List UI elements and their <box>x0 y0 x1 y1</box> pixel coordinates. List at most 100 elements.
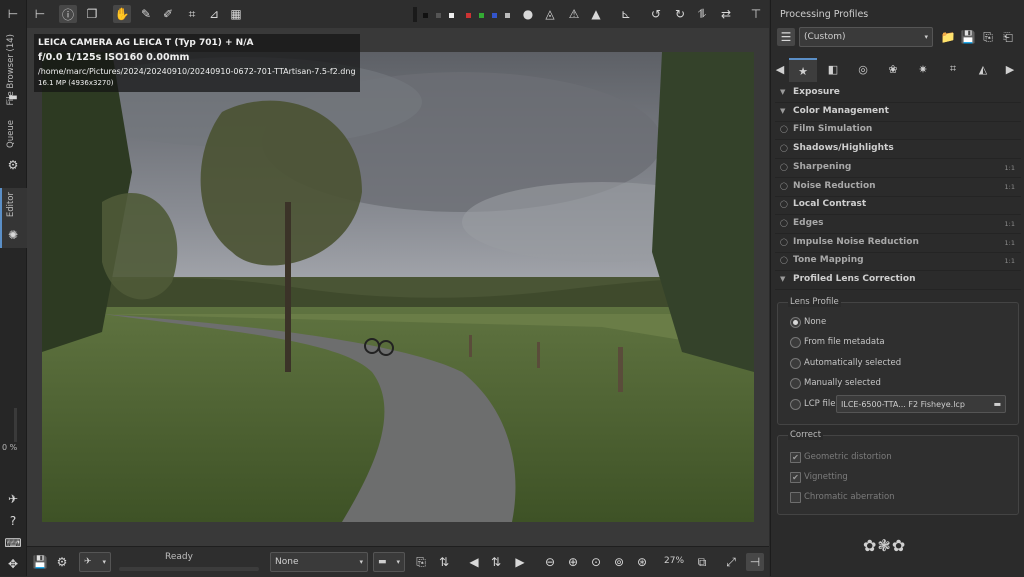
radio-auto[interactable] <box>790 358 801 369</box>
tabs-scroll-right-icon[interactable]: ▶ <box>1003 58 1017 80</box>
tab-queue[interactable]: Queue ⚙ <box>0 112 26 182</box>
save-profile-icon[interactable]: 💾 <box>959 28 977 46</box>
panel-toggle-icon[interactable]: ⊢ <box>4 5 22 23</box>
info-icon[interactable]: ⓘ <box>59 5 77 23</box>
move-icon[interactable]: ✥ <box>4 555 22 573</box>
expand-arrow-icon[interactable]: ▼ <box>780 275 785 283</box>
zoom-in-icon[interactable]: ⊕ <box>564 553 582 571</box>
clipped-highlights-icon[interactable]: ▲ <box>587 5 605 23</box>
tool-section[interactable]: ▼ Color Management <box>775 103 1021 122</box>
tab-raw-icon[interactable]: ◭ <box>969 58 997 80</box>
queue-gears-icon[interactable]: ⚙ <box>53 553 71 571</box>
hand-tool-icon[interactable]: ✋ <box>113 5 131 23</box>
tool-section[interactable]: ▼ Profiled Lens Correction <box>775 271 1021 290</box>
radio-from-metadata[interactable] <box>790 337 801 348</box>
save-icon[interactable]: 💾 <box>31 553 49 571</box>
profile-list-icon[interactable]: ☰ <box>777 28 795 46</box>
toggle-right-panel-icon[interactable]: ⊣ <box>746 553 764 571</box>
processing-profile-select[interactable]: (Custom) ▾ <box>799 27 933 47</box>
checkbox-chromatic-aberration[interactable] <box>790 492 801 503</box>
color-label-select[interactable]: ▬ ▾ <box>373 552 405 572</box>
copy-profile-icon[interactable]: ⎘ <box>412 553 430 571</box>
power-toggle-icon[interactable]: ◯ <box>780 238 788 246</box>
preview-blue-icon[interactable] <box>492 13 497 18</box>
power-toggle-icon[interactable]: ◯ <box>780 163 788 171</box>
tool-section[interactable]: ◯ Tone Mapping 1:1 <box>775 252 1021 272</box>
flip-vertical-icon[interactable]: ⥮ <box>693 5 711 23</box>
lcp-file-chooser[interactable]: ILCE-6500-TTA... F2 Fisheye.lcp ▬ <box>836 395 1006 413</box>
new-window-icon[interactable]: ⧉ <box>693 553 711 571</box>
tab-color-icon[interactable]: ❀ <box>879 58 907 80</box>
keyboard-icon[interactable]: ⌨ <box>4 534 22 552</box>
tool-section[interactable]: ◯ Noise Reduction 1:1 <box>775 178 1021 197</box>
zoom-fit-icon[interactable]: ⊙ <box>587 553 605 571</box>
sync-icon[interactable]: ⇅ <box>435 553 453 571</box>
radio-manual[interactable] <box>790 378 801 389</box>
copy-profile-icon[interactable]: ⎘ <box>979 28 997 46</box>
power-toggle-icon[interactable]: ◯ <box>780 144 788 152</box>
paste-profile-icon[interactable]: ⎗ <box>999 28 1017 46</box>
tabs-scroll-left-icon[interactable]: ◀ <box>773 58 787 80</box>
power-toggle-icon[interactable]: ◯ <box>780 219 788 227</box>
fullscreen-icon[interactable]: ⤢ <box>722 553 740 571</box>
preview-green-icon[interactable] <box>479 13 484 18</box>
previous-image-icon[interactable]: ◀ <box>465 553 483 571</box>
zoom-level: 27% <box>664 556 685 566</box>
preview-photo[interactable] <box>42 52 754 522</box>
tool-section[interactable]: ◯ Edges 1:1 <box>775 215 1021 234</box>
preview-black-icon[interactable] <box>423 13 428 18</box>
toggle-left-panel-icon[interactable]: ⊢ <box>31 5 49 23</box>
power-toggle-icon[interactable]: ◯ <box>780 125 788 133</box>
tool-section[interactable]: ◯ Impulse Noise Reduction 1:1 <box>775 234 1021 253</box>
rotate-left-icon[interactable]: ↺ <box>647 5 665 23</box>
tool-section[interactable]: ◯ Sharpening 1:1 <box>775 159 1021 178</box>
gamut-warning-icon[interactable]: ⚠ <box>565 5 583 23</box>
radio-lcp[interactable] <box>790 399 801 410</box>
toggle-top-panel-icon[interactable]: ⊤ <box>747 5 765 23</box>
flip-horizontal-icon[interactable]: ⇄ <box>717 5 735 23</box>
preview-gray-icon[interactable] <box>436 13 441 18</box>
rotate-right-icon[interactable]: ↻ <box>671 5 689 23</box>
tab-detail-icon[interactable]: ◎ <box>849 58 877 80</box>
power-toggle-icon[interactable]: ◯ <box>780 200 788 208</box>
sort-icon[interactable]: ⇅ <box>487 553 505 571</box>
tool-section[interactable]: ◯ Shadows/Highlights <box>775 140 1021 160</box>
open-profile-icon[interactable]: 📁 <box>939 28 957 46</box>
straighten-icon[interactable]: ⊿ <box>205 5 223 23</box>
tab-exposure-icon[interactable]: ◧ <box>819 58 847 80</box>
tool-section[interactable]: ◯ Film Simulation <box>775 121 1021 141</box>
tool-section[interactable]: ▼ Exposure <box>775 84 1021 103</box>
send-icon[interactable]: ✈ <box>4 490 22 508</box>
white-balance-picker-icon[interactable]: ✎ <box>137 5 155 23</box>
tab-file-browser[interactable]: File Browser (14) ▬ <box>0 28 26 108</box>
softproof-icon[interactable]: ◬ <box>541 5 559 23</box>
power-toggle-icon[interactable]: ◯ <box>780 182 788 190</box>
checkbox-distortion[interactable]: ✔ <box>790 452 801 463</box>
histogram-icon[interactable]: ⊾ <box>617 5 635 23</box>
radio-none[interactable] <box>790 317 801 328</box>
before-after-icon[interactable]: ❐ <box>83 5 101 23</box>
power-toggle-icon[interactable]: ◯ <box>780 256 788 264</box>
expand-arrow-icon[interactable]: ▼ <box>780 107 785 115</box>
tab-transform-icon[interactable]: ⌗ <box>939 58 967 80</box>
preview-white-icon[interactable] <box>449 13 454 18</box>
zoom-crop-icon[interactable]: ⊚ <box>610 553 628 571</box>
tab-favorites-icon[interactable]: ★ <box>789 58 817 82</box>
zoom-out-icon[interactable]: ⊖ <box>541 553 559 571</box>
tab-editor[interactable]: Editor ✺ <box>0 188 28 248</box>
perspective-icon[interactable]: ▦ <box>227 5 245 23</box>
zoom-100-icon[interactable]: ⊛ <box>633 553 651 571</box>
focus-mask-icon[interactable]: ● <box>519 5 537 23</box>
preview-red-icon[interactable] <box>466 13 471 18</box>
tab-wavelet-icon[interactable]: ✷ <box>909 58 937 80</box>
next-image-icon[interactable]: ▶ <box>511 553 529 571</box>
color-picker-icon[interactable]: ✐ <box>159 5 177 23</box>
checkbox-vignetting[interactable]: ✔ <box>790 472 801 483</box>
help-icon[interactable]: ? <box>4 512 22 530</box>
profile-select[interactable]: None ▾ <box>270 552 368 572</box>
crop-icon[interactable]: ⌗ <box>183 5 201 23</box>
preview-luminance-icon[interactable] <box>505 13 510 18</box>
expand-arrow-icon[interactable]: ▼ <box>780 88 785 96</box>
external-editor-select[interactable]: ✈ ▾ <box>79 552 111 572</box>
tool-section[interactable]: ◯ Local Contrast <box>775 196 1021 216</box>
